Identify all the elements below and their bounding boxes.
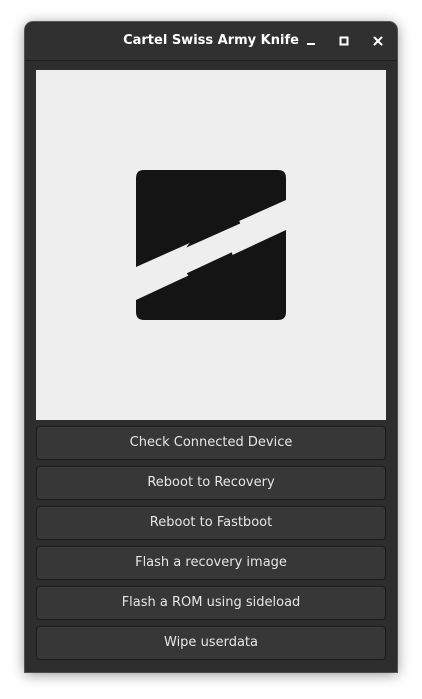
title-bar[interactable]: Cartel Swiss Army Knife (25, 22, 397, 61)
flash-recovery-image-button[interactable]: Flash a recovery image (36, 546, 386, 580)
app-window: Cartel Swiss Army Knife Check Connected … (25, 22, 397, 672)
reboot-to-fastboot-button[interactable]: Reboot to Fastboot (36, 506, 386, 540)
minimize-button[interactable] (301, 31, 321, 51)
maximize-button[interactable] (334, 31, 354, 51)
check-connected-device-button[interactable]: Check Connected Device (36, 426, 386, 460)
close-button[interactable] (368, 31, 388, 51)
reboot-to-recovery-button[interactable]: Reboot to Recovery (36, 466, 386, 500)
close-icon (373, 36, 383, 46)
minimize-icon (307, 43, 315, 45)
flash-rom-sideload-button[interactable]: Flash a ROM using sideload (36, 586, 386, 620)
maximize-icon (339, 36, 349, 46)
cartel-logo-icon (136, 170, 286, 320)
logo-panel (36, 70, 386, 420)
wipe-userdata-button[interactable]: Wipe userdata (36, 626, 386, 660)
